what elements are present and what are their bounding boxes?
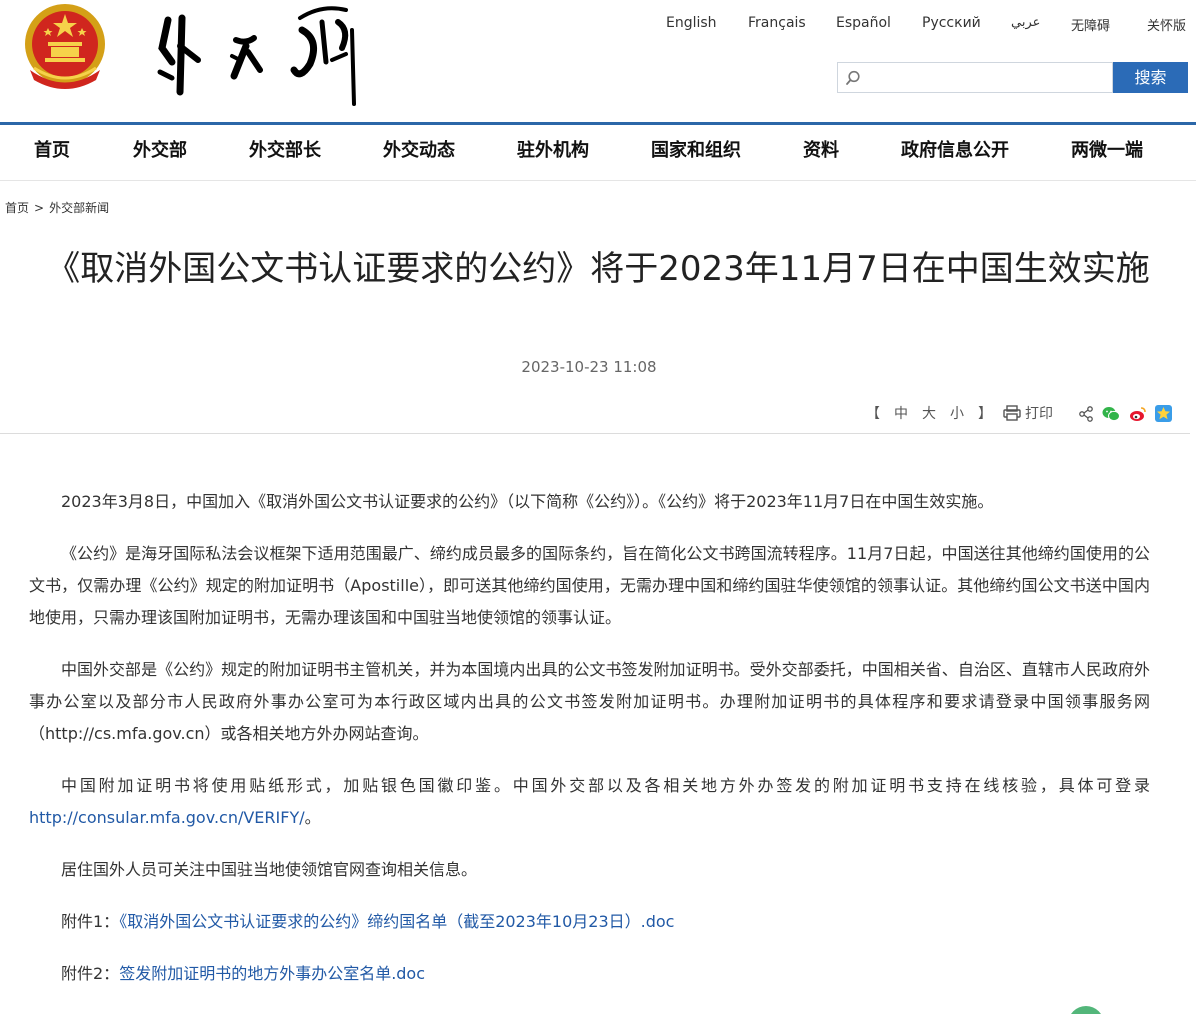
- printer-icon: [1003, 405, 1021, 421]
- article-date: 2023-10-23 11:08: [521, 358, 657, 376]
- content-divider: [0, 433, 1190, 434]
- font-size-controls: 【中大小】: [866, 403, 1006, 423]
- language-bar: English Français Español Русский عربي 无障…: [0, 15, 1196, 35]
- lang-arabic-link[interactable]: عربي: [1011, 15, 1040, 30]
- font-size-large[interactable]: 大: [922, 403, 936, 423]
- attachment-1-link[interactable]: 《取消外国公文书认证要求的公约》缔约国名单（截至2023年10月23日）.doc: [119, 912, 674, 931]
- weibo-icon[interactable]: [1129, 406, 1147, 426]
- nav-home[interactable]: 首页: [34, 136, 70, 162]
- bracket-close: 】: [978, 406, 992, 422]
- verify-link[interactable]: http://consular.mfa.gov.cn/VERIFY/: [29, 808, 305, 827]
- main-nav: 首页 外交部 外交部长 外交动态 驻外机构 国家和组织 资料 政府信息公开 两微…: [0, 136, 1196, 166]
- lang-english-link[interactable]: English: [666, 15, 717, 31]
- nav-gov-info[interactable]: 政府信息公开: [901, 136, 1009, 162]
- nav-diplomatic-news[interactable]: 外交动态: [383, 136, 455, 162]
- breadcrumb: 首页 > 外交部新闻: [5, 199, 109, 216]
- article-paragraph: 中国附加证明书将使用贴纸形式，加贴银色国徽印鉴。中国外交部以及各相关地方外办签发…: [29, 770, 1150, 834]
- nav-divider: [0, 180, 1196, 181]
- print-label: 打印: [1025, 406, 1053, 422]
- article-title: 《取消外国公文书认证要求的公约》将于2023年11月7日在中国生效实施: [46, 249, 1150, 289]
- attachment-label: 附件2：: [61, 964, 120, 983]
- wechat-icon[interactable]: [1102, 406, 1121, 426]
- nav-resources[interactable]: 资料: [803, 136, 839, 162]
- attachment-2-link[interactable]: 签发附加证明书的地方外事办公室名单.doc: [119, 964, 425, 983]
- article-paragraph: 《公约》是海牙国际私法会议框架下适用范围最广、缔约成员最多的国际条约，旨在简化公…: [29, 544, 1150, 627]
- lang-russian-link[interactable]: Русский: [922, 15, 981, 31]
- qzone-icon[interactable]: [1155, 405, 1173, 426]
- paragraph-text: 中国附加证明书将使用贴纸形式，加贴银色国徽印鉴。中国外交部以及各相关地方外办签发…: [61, 776, 1150, 795]
- breadcrumb-home-link[interactable]: 首页: [5, 201, 29, 215]
- article-paragraph: 中国外交部是《公约》规定的附加证明书主管机关，并为本国境内出具的公文书签发附加证…: [29, 660, 1150, 743]
- article-body: 2023年3月8日，中国加入《取消外国公文书认证要求的公约》（以下简称《公约》）…: [29, 486, 1150, 1010]
- share-icon[interactable]: [1078, 405, 1094, 426]
- font-size-small[interactable]: 小: [950, 403, 964, 423]
- search-icon: [845, 70, 861, 90]
- attachment-1: 附件1：《取消外国公文书认证要求的公约》缔约国名单（截至2023年10月23日）…: [29, 906, 1150, 938]
- nav-missions-overseas[interactable]: 驻外机构: [517, 136, 589, 162]
- font-size-medium[interactable]: 中: [894, 403, 908, 423]
- search-box: [837, 62, 1113, 93]
- article-paragraph: 2023年3月8日，中国加入《取消外国公文书认证要求的公约》（以下简称《公约》）…: [61, 492, 994, 511]
- care-version-link[interactable]: 关怀版: [1147, 15, 1186, 34]
- breadcrumb-current-link[interactable]: 外交部新闻: [49, 201, 109, 215]
- accessibility-link[interactable]: 无障碍: [1071, 15, 1110, 34]
- nav-ministry[interactable]: 外交部: [133, 136, 187, 162]
- attachment-2: 附件2：签发附加证明书的地方外事办公室名单.doc: [29, 958, 1150, 990]
- nav-social-media[interactable]: 两微一端: [1071, 136, 1143, 162]
- search-button[interactable]: 搜索: [1113, 62, 1188, 93]
- nav-minister[interactable]: 外交部长: [249, 136, 321, 162]
- nav-countries-orgs[interactable]: 国家和组织: [651, 136, 741, 162]
- share-bar: [1078, 405, 1176, 425]
- paragraph-end: 。: [304, 808, 321, 827]
- bracket-open: 【: [866, 406, 880, 422]
- national-emblem-logo[interactable]: [20, 0, 110, 92]
- search-input[interactable]: [868, 67, 1104, 89]
- attachment-label: 附件1：: [61, 912, 120, 931]
- header-divider: [0, 122, 1196, 125]
- print-button[interactable]: 打印: [1003, 403, 1053, 423]
- article-paragraph: 居住国外人员可关注中国驻当地使领馆官网查询相关信息。: [61, 860, 478, 879]
- lang-spanish-link[interactable]: Español: [836, 15, 891, 31]
- breadcrumb-separator: >: [34, 201, 45, 215]
- lang-french-link[interactable]: Français: [748, 15, 806, 31]
